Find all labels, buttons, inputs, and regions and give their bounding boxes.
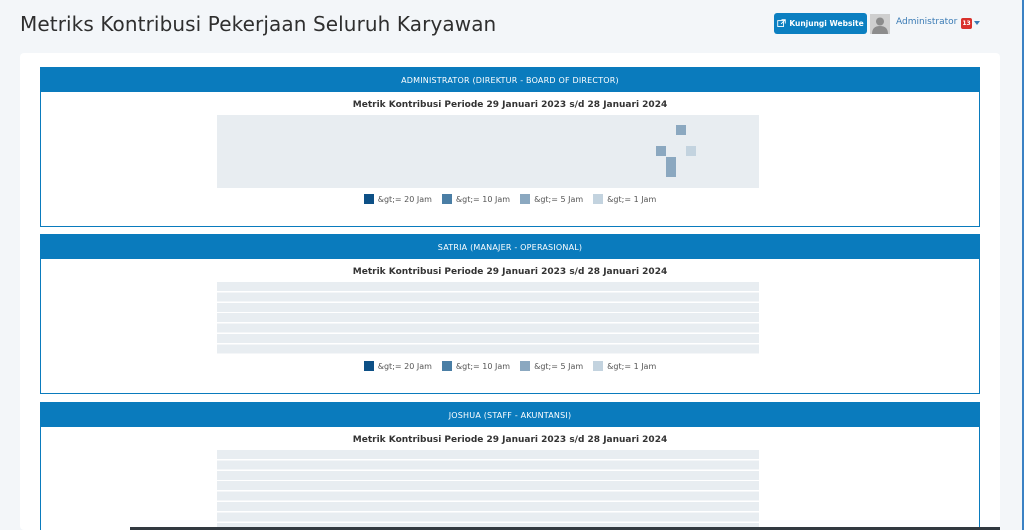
legend-item: &gt;= 1 Jam (593, 361, 656, 371)
employee-panel-joshua: JOSHUA (STAFF - AKUNTANSI) Metrik Kontri… (40, 402, 980, 530)
legend-swatch (441, 361, 452, 371)
employee-panel-satria: SATRIA (MANAJER - OPERASIONAL) Metrik Ko… (40, 234, 980, 394)
user-menu-name[interactable]: Administrator (896, 17, 957, 27)
visit-website-label: Kunjungi Website (789, 19, 864, 28)
legend-item: &gt;= 20 Jam (363, 361, 432, 371)
metric-title: Metrik Kontribusi Periode 29 Januari 202… (352, 435, 668, 445)
legend-label: &gt;= 5 Jam (534, 361, 584, 371)
legend-item: &gt;= 5 Jam (520, 361, 583, 371)
legend-swatch (593, 361, 604, 371)
notification-badge[interactable]: 13 (961, 18, 972, 29)
legend-swatch (520, 194, 531, 204)
heatmap-cell (665, 167, 676, 177)
legend-swatch (520, 361, 531, 371)
page-title: Metriks Kontribusi Pekerjaan Seluruh Kar… (20, 12, 497, 36)
panel-header: SATRIA (MANAJER - OPERASIONAL) (41, 235, 979, 259)
legend-item: &gt;= 20 Jam (363, 194, 432, 204)
panel-header: ADMINISTRATOR (DIREKTUR - BOARD OF DIREC… (41, 68, 979, 92)
chevron-down-icon[interactable] (974, 21, 980, 25)
legend-swatch (441, 194, 452, 204)
legend-label: &gt;= 10 Jam (455, 194, 511, 204)
heatmap-cell (655, 146, 666, 157)
legend-swatch (363, 194, 374, 204)
legend-item: &gt;= 10 Jam (441, 361, 511, 371)
metric-title: Metrik Kontribusi Periode 29 Januari 202… (352, 267, 668, 277)
metric-title: Metrik Kontribusi Periode 29 Januari 202… (352, 100, 668, 110)
heatmap-cell (686, 146, 697, 157)
contribution-heatmap (217, 450, 759, 530)
heatmap-cell (676, 125, 686, 136)
legend-item: &gt;= 1 Jam (593, 194, 656, 204)
panel-header: JOSHUA (STAFF - AKUNTANSI) (41, 403, 979, 427)
external-link-icon (777, 19, 787, 27)
heatmap-legend: &gt;= 20 Jam &gt;= 10 Jam &gt;= 5 Jam &g… (41, 361, 979, 371)
heatmap-legend: &gt;= 20 Jam &gt;= 10 Jam &gt;= 5 Jam &g… (41, 194, 979, 204)
page-header: Metriks Kontribusi Pekerjaan Seluruh Kar… (0, 0, 1022, 52)
contribution-heatmap (217, 282, 759, 355)
user-silhouette-icon (870, 14, 890, 34)
heatmap-cell (665, 156, 676, 167)
legend-label: &gt;= 10 Jam (455, 361, 511, 371)
legend-label: &gt;= 20 Jam (377, 194, 432, 204)
contribution-heatmap (217, 115, 759, 188)
avatar[interactable] (870, 14, 890, 34)
employee-panel-administrator: ADMINISTRATOR (DIREKTUR - BOARD OF DIREC… (40, 67, 980, 227)
legend-label: &gt;= 1 Jam (607, 361, 657, 371)
legend-swatch (363, 361, 374, 371)
legend-swatch (593, 194, 604, 204)
legend-label: &gt;= 1 Jam (607, 194, 657, 204)
legend-label: &gt;= 5 Jam (534, 194, 584, 204)
legend-label: &gt;= 20 Jam (377, 361, 432, 371)
legend-item: &gt;= 5 Jam (520, 194, 583, 204)
legend-item: &gt;= 10 Jam (441, 194, 511, 204)
visit-website-button[interactable]: Kunjungi Website (774, 13, 867, 34)
